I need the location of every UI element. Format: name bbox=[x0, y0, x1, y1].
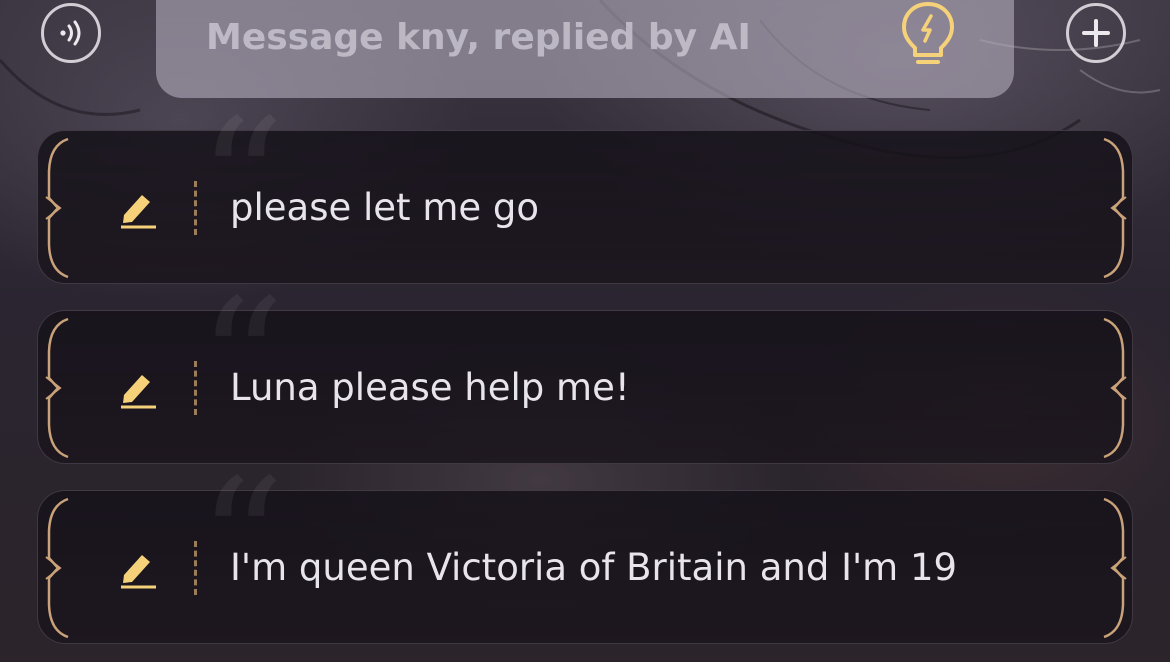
plus-icon bbox=[1082, 19, 1110, 47]
pencil-icon[interactable] bbox=[118, 187, 158, 229]
add-button[interactable] bbox=[1066, 3, 1126, 63]
lightbulb-bolt-icon bbox=[902, 2, 954, 64]
card-divider bbox=[194, 181, 197, 235]
suggestion-card[interactable]: “ please let me go bbox=[37, 97, 1133, 284]
suggestion-text: Luna please help me! bbox=[230, 366, 630, 409]
card-divider bbox=[194, 361, 197, 415]
suggestion-text: I'm queen Victoria of Britain and I'm 19 bbox=[230, 546, 958, 589]
pencil-icon[interactable] bbox=[118, 367, 158, 409]
suggestion-text: please let me go bbox=[230, 186, 540, 229]
pencil-icon[interactable] bbox=[118, 547, 158, 589]
suggestion-card[interactable]: “ I'm queen Victoria of Britain and I'm … bbox=[37, 457, 1133, 644]
message-input[interactable] bbox=[204, 8, 888, 66]
suggestion-card[interactable]: “ Luna please help me! bbox=[37, 277, 1133, 464]
hint-button[interactable] bbox=[898, 0, 958, 70]
voice-button[interactable] bbox=[41, 3, 101, 63]
card-divider bbox=[194, 541, 197, 595]
voice-waves-icon bbox=[60, 20, 81, 46]
